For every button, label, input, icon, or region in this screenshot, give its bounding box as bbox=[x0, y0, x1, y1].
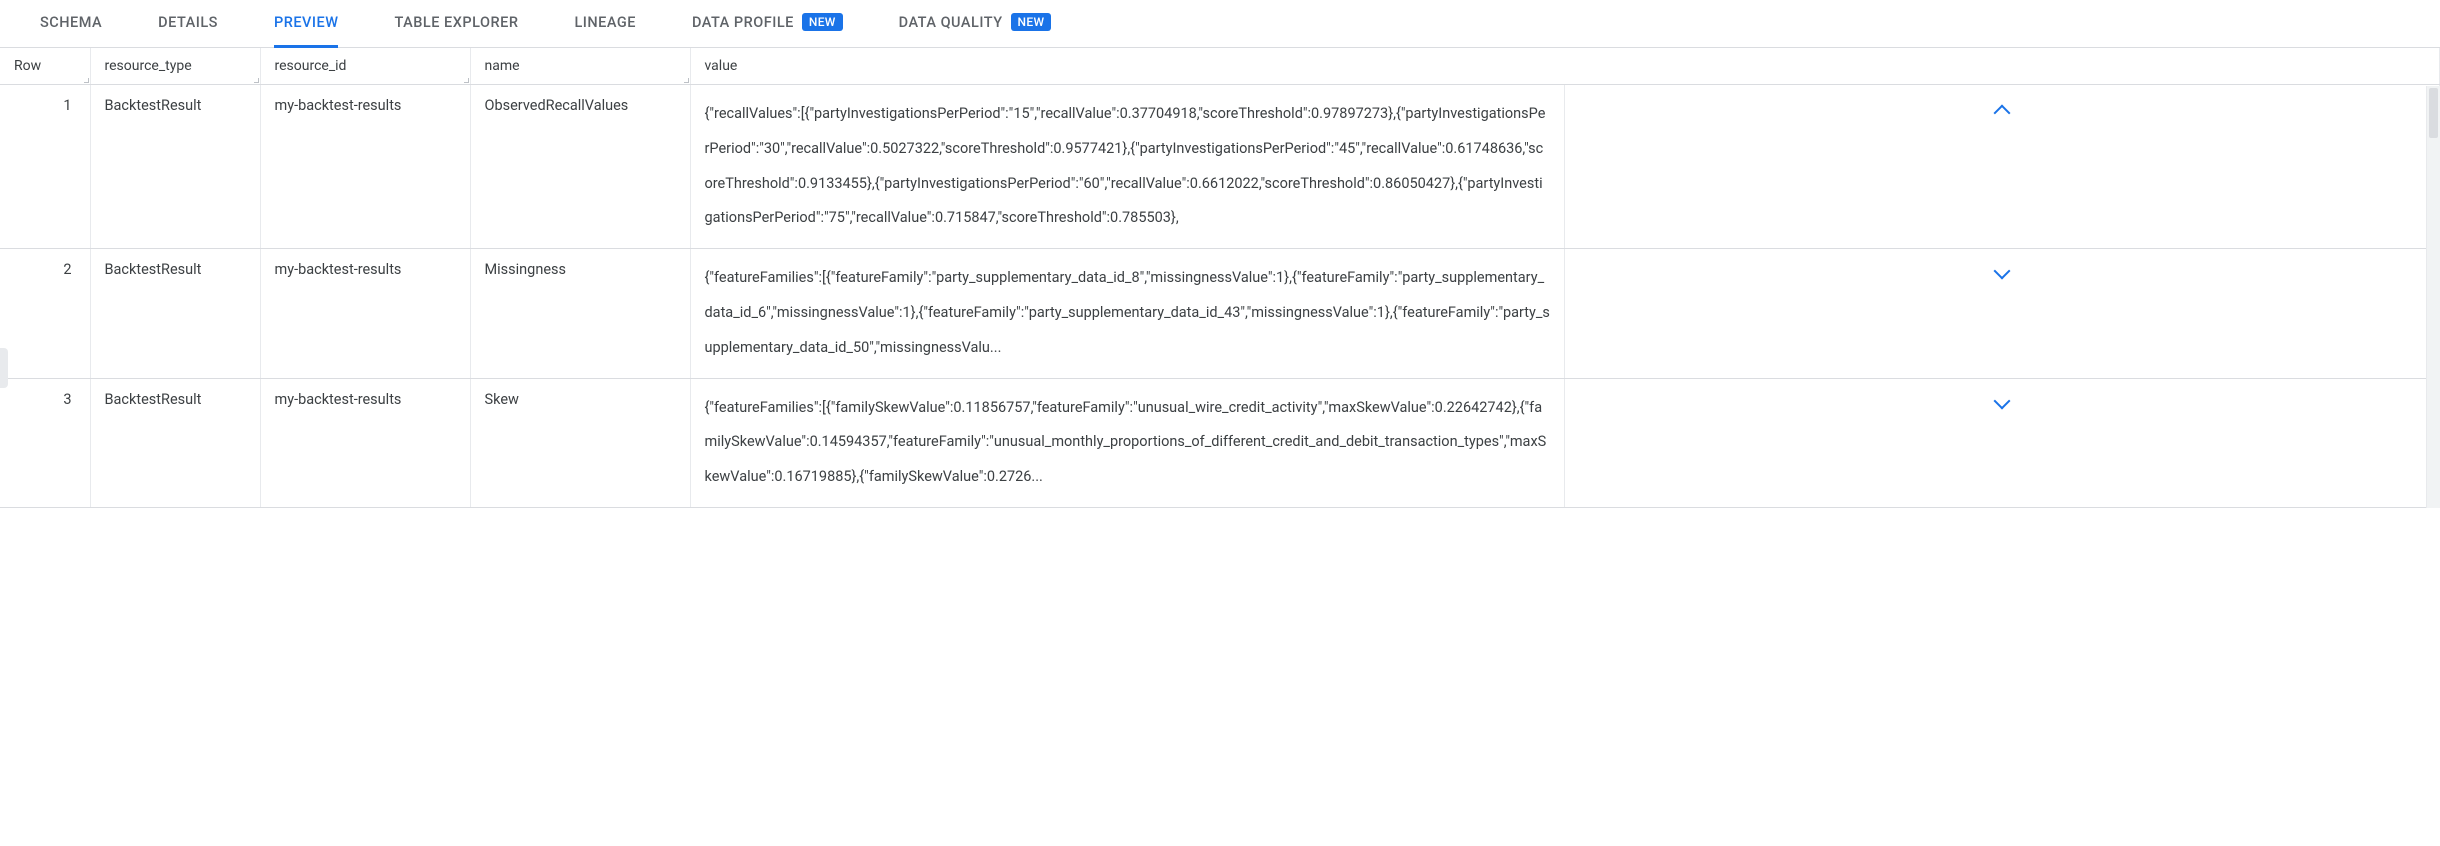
cell-resource-type: BacktestResult bbox=[90, 378, 260, 507]
cell-row-number: 3 bbox=[0, 378, 90, 507]
tab-label: SCHEMA bbox=[40, 14, 102, 31]
column-header-label: resource_id bbox=[275, 58, 347, 74]
cell-name: Missingness bbox=[470, 249, 690, 378]
column-header-resource-type[interactable]: resource_type bbox=[90, 48, 260, 85]
column-resize-handle[interactable] bbox=[251, 75, 261, 85]
tab-label: DATA QUALITY bbox=[899, 14, 1003, 31]
chevron-down-icon[interactable] bbox=[1994, 263, 2011, 280]
column-header-label: Row bbox=[14, 58, 41, 74]
column-header-resource-id[interactable]: resource_id bbox=[260, 48, 470, 85]
cell-expand bbox=[1565, 249, 2440, 378]
tab-data-quality[interactable]: DATA QUALITY NEW bbox=[899, 0, 1052, 48]
tab-preview[interactable]: PREVIEW bbox=[274, 0, 339, 48]
chevron-up-icon[interactable] bbox=[1994, 105, 2011, 122]
tab-details[interactable]: DETAILS bbox=[158, 0, 218, 48]
column-header-label: value bbox=[705, 58, 738, 74]
column-header-row[interactable]: Row bbox=[0, 48, 90, 85]
new-badge: NEW bbox=[1011, 13, 1052, 31]
cell-resource-type: BacktestResult bbox=[90, 85, 260, 249]
table-row: 1BacktestResultmy-backtest-resultsObserv… bbox=[0, 85, 2440, 249]
column-resize-handle[interactable] bbox=[461, 75, 471, 85]
cell-expand bbox=[1565, 85, 2440, 249]
table-row: 3BacktestResultmy-backtest-resultsSkew{"… bbox=[0, 378, 2440, 507]
tab-label: DETAILS bbox=[158, 14, 218, 31]
preview-table: Row resource_type resource_id name value bbox=[0, 48, 2440, 508]
cell-expand bbox=[1565, 378, 2440, 507]
cell-resource-id: my-backtest-results bbox=[260, 85, 470, 249]
column-header-label: name bbox=[485, 58, 520, 74]
tab-table-explorer[interactable]: TABLE EXPLORER bbox=[394, 0, 518, 48]
tabs-bar: SCHEMA DETAILS PREVIEW TABLE EXPLORER LINEAG… bbox=[0, 0, 2440, 48]
column-resize-handle[interactable] bbox=[681, 75, 691, 85]
tab-lineage[interactable]: LINEAGE bbox=[574, 0, 636, 48]
tab-data-profile[interactable]: DATA PROFILE NEW bbox=[692, 0, 843, 48]
new-badge: NEW bbox=[802, 13, 843, 31]
cell-name: Skew bbox=[470, 378, 690, 507]
tab-label: PREVIEW bbox=[274, 14, 339, 31]
cell-value: {"recallValues":[{"partyInvestigationsPe… bbox=[690, 85, 1565, 249]
table-container: Row resource_type resource_id name value bbox=[0, 48, 2440, 508]
column-header-name[interactable]: name bbox=[470, 48, 690, 85]
table-row: 2BacktestResultmy-backtest-resultsMissin… bbox=[0, 249, 2440, 378]
cell-resource-id: my-backtest-results bbox=[260, 378, 470, 507]
cell-row-number: 2 bbox=[0, 249, 90, 378]
cell-resource-id: my-backtest-results bbox=[260, 249, 470, 378]
cell-resource-type: BacktestResult bbox=[90, 249, 260, 378]
column-header-value[interactable]: value bbox=[690, 48, 2440, 85]
column-header-label: resource_type bbox=[105, 58, 192, 74]
tab-schema[interactable]: SCHEMA bbox=[40, 0, 102, 48]
chevron-down-icon[interactable] bbox=[1994, 392, 2011, 409]
column-resize-handle[interactable] bbox=[81, 75, 91, 85]
cell-value: {"featureFamilies":[{"featureFamily":"pa… bbox=[690, 249, 1565, 378]
scrollbar-thumb[interactable] bbox=[2429, 88, 2438, 138]
cell-row-number: 1 bbox=[0, 85, 90, 249]
vertical-scrollbar[interactable] bbox=[2426, 86, 2440, 508]
left-panel-grip[interactable] bbox=[0, 348, 8, 388]
tab-label: TABLE EXPLORER bbox=[394, 14, 518, 31]
cell-name: ObservedRecallValues bbox=[470, 85, 690, 249]
tab-label: LINEAGE bbox=[574, 14, 636, 31]
cell-value: {"featureFamilies":[{"familySkewValue":0… bbox=[690, 378, 1565, 507]
tab-label: DATA PROFILE bbox=[692, 14, 794, 31]
